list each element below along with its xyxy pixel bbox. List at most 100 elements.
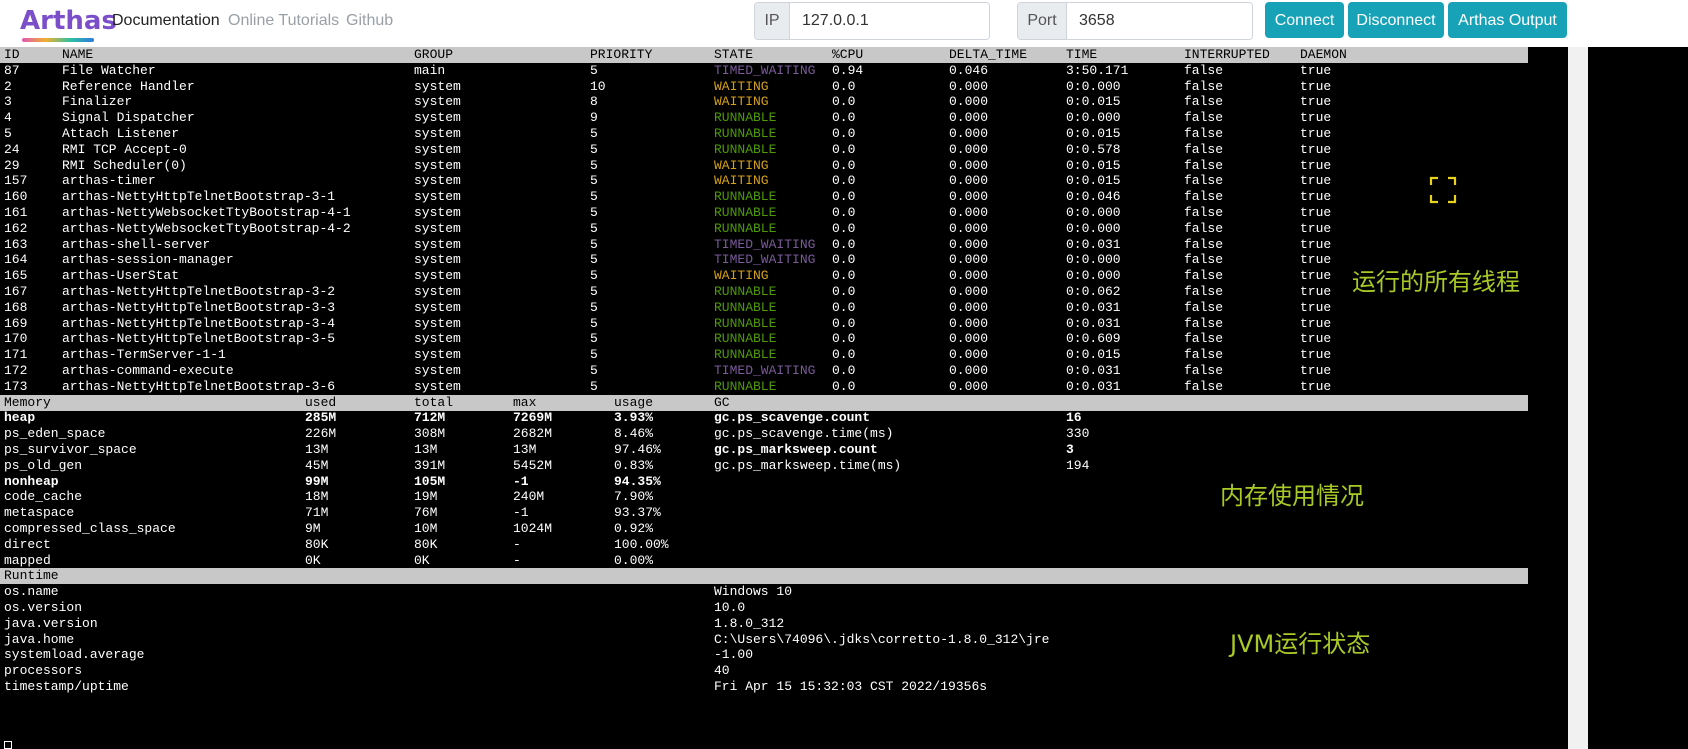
gc-value: 16	[1066, 410, 1082, 426]
thread-cell-name: arthas-command-execute	[62, 363, 234, 378]
thread-cell-time: 3:50.171	[1066, 62, 1129, 78]
thread-cell-name: RMI TCP Accept-0	[62, 141, 187, 157]
gc-name: gc.ps_marksweep.count	[714, 442, 878, 457]
thread-cell-interrupted: false	[1184, 299, 1224, 315]
memory-used: 71M	[305, 505, 329, 521]
thread-cell-priority: 10	[590, 78, 606, 94]
thread-cell-id: 160	[4, 189, 28, 205]
thread-cell-name: arthas-NettyHttpTelnetBootstrap-3-6	[62, 378, 336, 394]
thread-cell-group: system	[414, 220, 461, 236]
runtime-value: -1.00	[714, 647, 754, 663]
thread-cell-id: 163	[4, 236, 28, 252]
memory-usage: 97.46%	[614, 442, 661, 457]
memory-used: 45M	[305, 457, 329, 473]
thread-cell-name: arthas-NettyHttpTelnetBootstrap-3-2	[62, 284, 336, 299]
thread-cell-priority: 5	[590, 62, 598, 78]
connect-button[interactable]: Connect	[1265, 2, 1344, 38]
thread-cell-state: RUNNABLE	[714, 220, 777, 236]
thread-cell-daemon: true	[1300, 315, 1332, 331]
thread-cell-time: 0:0.000	[1066, 220, 1121, 236]
thread-cell-state: RUNNABLE	[714, 110, 777, 126]
port-input[interactable]	[1067, 3, 1252, 39]
thread-cell-interrupted: false	[1184, 284, 1224, 299]
thread-cell-name: arthas-NettyHttpTelnetBootstrap-3-1	[62, 189, 336, 205]
memory-usage: 93.37%	[614, 505, 661, 521]
thread-cell-interrupted: false	[1184, 236, 1224, 252]
thread-cell-cpu: 0.0	[832, 268, 856, 284]
runtime-value: C:\Users\74096\.jdks\corretto-1.8.0_312\…	[714, 631, 1050, 647]
runtime-name: java.version	[4, 615, 98, 631]
nav-link-github[interactable]: Github	[346, 12, 393, 30]
memory-max: -1	[513, 505, 529, 521]
thread-cell-name: arthas-NettyWebsocketTtyBootstrap-4-1	[62, 205, 351, 220]
runtime-name: timestamp/uptime	[4, 679, 129, 694]
thread-cell-cpu: 0.0	[832, 347, 856, 363]
thread-cell-time: 0:0.062	[1066, 284, 1121, 299]
thread-cell-priority: 5	[590, 236, 598, 252]
memory-total: 19M	[414, 489, 438, 505]
thread-cell-daemon: true	[1300, 126, 1332, 141]
threads-header: ID NAME GROUP PRIORITY STATE %CPU DELTA_TIME TI…	[0, 47, 1528, 63]
thread-cell-delta-time: 0.000	[949, 268, 989, 284]
memory-usage: 0.00%	[614, 552, 654, 568]
thread-cell-interrupted: false	[1184, 126, 1224, 141]
ip-input-group: IP	[754, 2, 990, 40]
memory-max: 2682M	[513, 426, 553, 442]
ip-input[interactable]	[790, 3, 989, 39]
thread-cell-id: 168	[4, 299, 28, 315]
brand-logo[interactable]: Arthas	[20, 6, 117, 36]
thread-cell-interrupted: false	[1184, 189, 1224, 205]
memory-name: ps_eden_space	[4, 426, 106, 442]
memory-usage: 3.93%	[614, 410, 654, 426]
memory-max: -	[513, 536, 521, 552]
thread-cell-cpu: 0.0	[832, 363, 856, 378]
thread-cell-group: system	[414, 205, 461, 220]
thread-cell-priority: 5	[590, 331, 598, 347]
thread-cell-group: system	[414, 110, 461, 126]
thread-cell-group: system	[414, 236, 461, 252]
thread-cell-interrupted: false	[1184, 331, 1224, 347]
thread-cell-id: 87	[4, 62, 20, 78]
thread-cell-time: 0:0.031	[1066, 315, 1121, 331]
thread-cell-time: 0:0.015	[1066, 173, 1121, 189]
navbar: Arthas Documentation Online Tutorials Gi…	[0, 0, 1688, 47]
thread-cell-delta-time: 0.000	[949, 299, 989, 315]
terminal-scrollbar[interactable]	[1568, 47, 1588, 749]
thread-cell-priority: 8	[590, 94, 598, 110]
thread-cell-group: system	[414, 363, 461, 378]
runtime-value: Windows 10	[714, 584, 793, 600]
gc-name: gc.ps_scavenge.count	[714, 410, 871, 426]
nav-link-documentation[interactable]: Documentation	[112, 12, 220, 30]
gc-name: gc.ps_scavenge.time(ms)	[714, 426, 894, 442]
thread-cell-id: 157	[4, 173, 28, 189]
fullscreen-icon[interactable]	[1429, 176, 1457, 204]
disconnect-button[interactable]: Disconnect	[1348, 2, 1444, 38]
threads-header-time: TIME	[1066, 47, 1098, 62]
memory-max: -	[513, 552, 521, 568]
memory-name: nonheap	[4, 473, 59, 489]
memory-name: heap	[4, 410, 36, 426]
memory-used: 9M	[305, 521, 321, 536]
thread-cell-id: 24	[4, 141, 20, 157]
thread-cell-state: RUNNABLE	[714, 299, 777, 315]
thread-cell-delta-time: 0.000	[949, 347, 989, 363]
runtime-name: systemload.average	[4, 647, 145, 663]
nav-link-online-tutorials[interactable]: Online Tutorials	[228, 12, 339, 30]
memory-max: 240M	[513, 489, 545, 505]
memory-total: 80K	[414, 536, 438, 552]
arthas-output-button[interactable]: Arthas Output	[1448, 2, 1567, 38]
thread-cell-id: 167	[4, 284, 28, 299]
thread-cell-id: 171	[4, 347, 28, 363]
thread-cell-time: 0:0.000	[1066, 252, 1121, 268]
thread-cell-time: 0:0.031	[1066, 363, 1121, 378]
thread-cell-priority: 5	[590, 205, 598, 220]
thread-cell-group: system	[414, 173, 461, 189]
thread-cell-daemon: true	[1300, 284, 1332, 299]
thread-cell-group: main	[414, 62, 446, 78]
thread-cell-delta-time: 0.000	[949, 252, 989, 268]
thread-cell-delta-time: 0.000	[949, 126, 989, 141]
thread-cell-delta-time: 0.000	[949, 173, 989, 189]
thread-cell-delta-time: 0.000	[949, 189, 989, 205]
thread-cell-group: system	[414, 78, 461, 94]
memory-total: 10M	[414, 521, 438, 536]
